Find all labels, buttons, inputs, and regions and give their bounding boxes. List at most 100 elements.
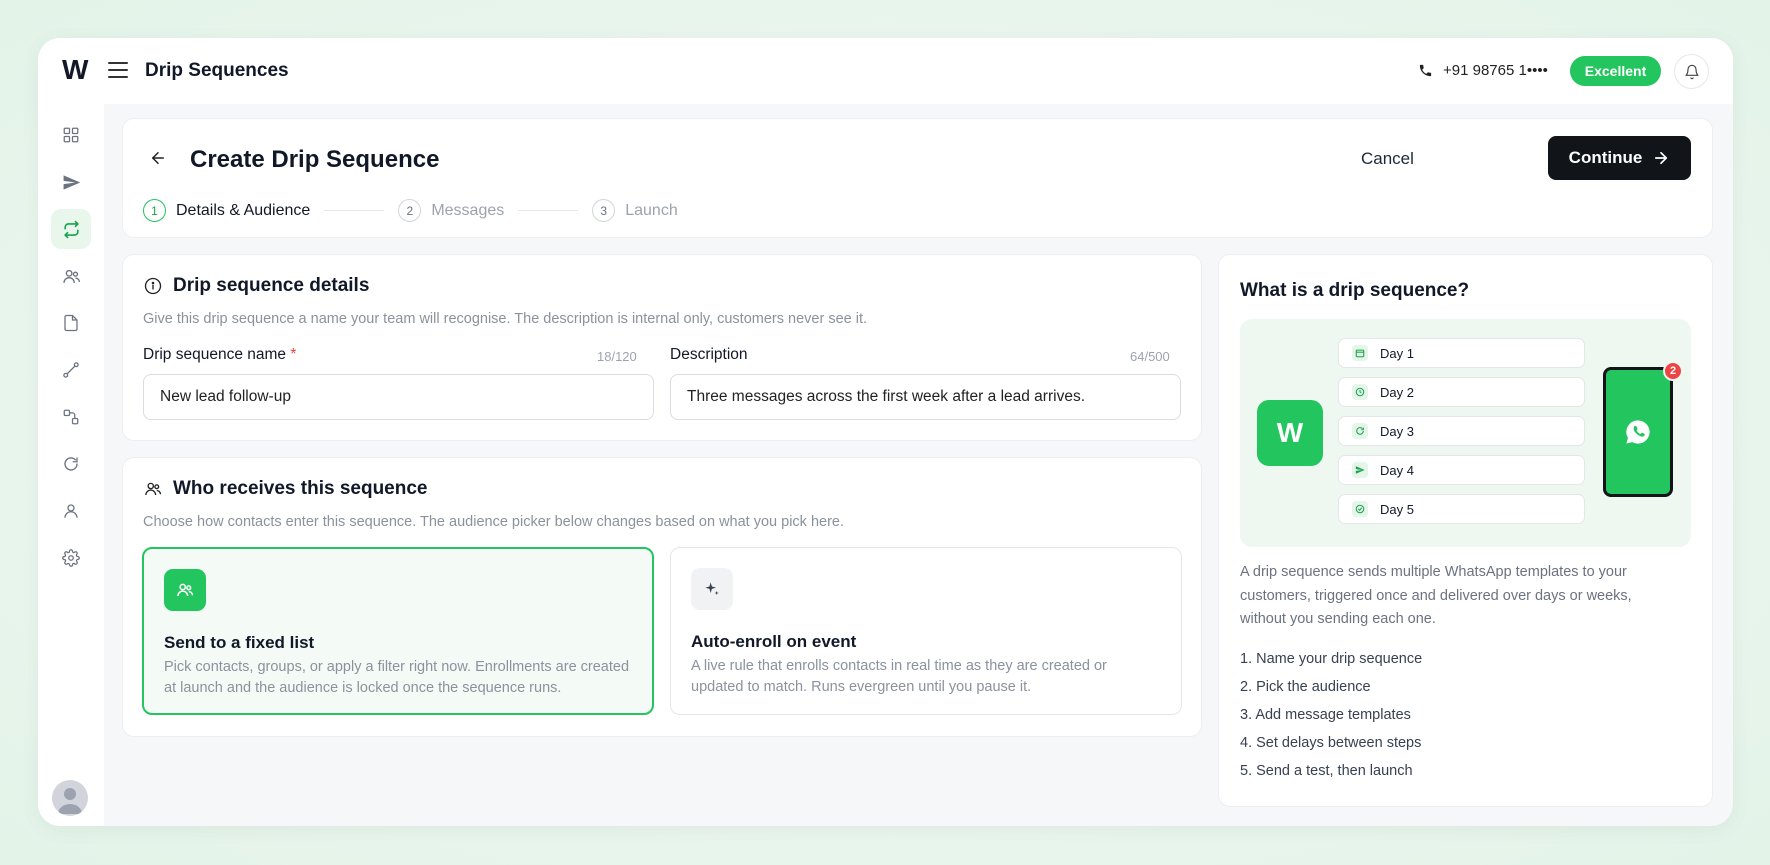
audience-section-title: Who receives this sequence [144, 478, 428, 500]
fixed-list-icon-tile [164, 569, 206, 611]
send-icon [63, 174, 80, 190]
app-logo[interactable]: W [62, 54, 88, 86]
explainer-step: 1. Name your drip sequence [1240, 651, 1423, 667]
sidebar-item-dashboard[interactable] [51, 115, 91, 155]
check-circle-icon [1352, 501, 1368, 517]
sidebar-item-automation[interactable] [51, 444, 91, 484]
sidebar-item-contacts[interactable] [51, 256, 91, 296]
option-auto-enroll[interactable]: Auto-enroll on event A live rule that en… [670, 547, 1182, 715]
arrow-left-icon [152, 152, 164, 164]
continue-label: Continue [1568, 148, 1643, 167]
app-window: W Drip Sequences +91 98765 1•••• Excelle… [38, 38, 1733, 826]
explainer-step: 2. Pick the audience [1240, 679, 1371, 695]
required-marker: * [290, 346, 297, 363]
refresh-icon [1352, 423, 1368, 439]
step-launch[interactable]: 3 Launch [592, 199, 678, 222]
day-row: Day 3 [1338, 416, 1585, 446]
day-row: Day 2 [1338, 377, 1585, 407]
step-messages[interactable]: 2 Messages [398, 199, 504, 222]
bell-icon [1684, 64, 1699, 79]
info-icon [144, 277, 162, 295]
sidebar-item-integrations[interactable] [51, 397, 91, 437]
sidebar-item-flows[interactable] [51, 350, 91, 390]
menu-icon[interactable] [108, 62, 128, 78]
continue-button[interactable]: Continue [1548, 136, 1691, 180]
explainer-title: What is a drip sequence? [1240, 280, 1470, 301]
explainer-step: 4. Set delays between steps [1240, 735, 1422, 751]
clock-icon [1352, 384, 1368, 400]
day-row: Day 5 [1338, 494, 1585, 524]
sidebar-item-broadcast[interactable] [51, 162, 91, 202]
name-label-text: Drip sequence name [143, 346, 287, 363]
users-icon [177, 583, 194, 597]
wizard-stepper: 1 Details & Audience 2 Messages 3 Launch [143, 199, 678, 222]
step-number: 3 [592, 199, 616, 222]
name-char-counter: 18/120 [597, 349, 637, 364]
drip-cycle-icon [63, 220, 79, 238]
notifications-button[interactable] [1674, 54, 1709, 89]
option-description: A live rule that enrolls contacts in rea… [691, 658, 1107, 695]
top-bar: W Drip Sequences +91 98765 1•••• Excelle… [38, 38, 1733, 104]
audience-card: Who receives this sequence Choose how co… [122, 457, 1202, 737]
details-section-title: Drip sequence details [144, 275, 369, 297]
sidebar-item-templates[interactable] [51, 303, 91, 343]
step-number: 2 [398, 199, 422, 222]
cancel-button[interactable]: Cancel [1361, 149, 1414, 169]
flow-icon [63, 362, 79, 378]
send-icon [1352, 462, 1368, 478]
step-details-audience[interactable]: 1 Details & Audience [143, 199, 310, 222]
app-title: Drip Sequences [145, 60, 289, 81]
explainer-description: A drip sequence sends multiple WhatsApp … [1240, 564, 1632, 627]
details-subtitle: Give this drip sequence a name your team… [143, 311, 868, 327]
phone-number-display[interactable]: +91 98765 1•••• [1418, 62, 1548, 79]
back-button[interactable] [149, 149, 167, 172]
audience-title-text: Who receives this sequence [173, 478, 428, 499]
refresh-icon [64, 457, 78, 471]
description-input[interactable]: Three messages across the first week aft… [670, 374, 1181, 420]
avatar-person-icon [58, 788, 82, 814]
page-title: Create Drip Sequence [190, 146, 440, 173]
calendar-icon [1352, 345, 1368, 361]
option-fixed-list[interactable]: Send to a fixed list Pick contacts, grou… [142, 547, 654, 715]
dashboard-icon [63, 127, 79, 143]
sequence-name-input[interactable]: New lead follow-up [143, 374, 654, 420]
sidebar-item-drip-sequences[interactable] [51, 209, 91, 249]
description-field-label: Description [670, 346, 748, 363]
document-icon [64, 314, 78, 332]
day-label: Day 3 [1380, 423, 1414, 439]
option-description: Pick contacts, groups, or apply a filter… [164, 659, 630, 696]
sparkle-icon [705, 582, 719, 595]
page-header-card: Create Drip Sequence Cancel Continue 1 D… [122, 118, 1713, 238]
drip-explainer-card: What is a drip sequence? W Day 1 Day 2 D… [1218, 254, 1713, 807]
option-title: Auto-enroll on event [691, 632, 857, 651]
audience-subtitle: Choose how contacts enter this sequence.… [143, 514, 845, 530]
quality-rating-badge: Excellent [1570, 56, 1661, 86]
sidebar-item-profile[interactable] [51, 491, 91, 531]
step-connector [518, 210, 579, 211]
notification-count-badge: 2 [1663, 361, 1683, 381]
step-label: Launch [625, 201, 678, 219]
details-title-text: Drip sequence details [173, 275, 370, 296]
description-char-counter: 64/500 [1130, 349, 1170, 364]
sidebar [38, 104, 104, 826]
sidebar-item-settings[interactable] [51, 538, 91, 578]
integrations-icon [63, 409, 79, 425]
explainer-step: 5. Send a test, then launch [1240, 763, 1413, 779]
phone-illustration [1603, 367, 1673, 497]
option-title: Send to a fixed list [164, 633, 315, 652]
day-label: Day 4 [1380, 462, 1414, 478]
drip-details-card: Drip sequence details Give this drip seq… [122, 254, 1202, 441]
step-label: Details & Audience [176, 201, 311, 219]
contacts-icon [145, 482, 162, 496]
day-label: Day 1 [1380, 345, 1414, 361]
step-number: 1 [143, 199, 166, 222]
name-field-label: Drip sequence name * [143, 346, 296, 364]
phone-icon [1419, 64, 1432, 77]
whatsapp-icon [1626, 420, 1650, 444]
arrow-right-icon [1655, 151, 1668, 165]
user-avatar[interactable] [52, 780, 88, 816]
brand-tile: W [1257, 400, 1323, 466]
day-row: Day 1 [1338, 338, 1585, 368]
explainer-step: 3. Add message templates [1240, 707, 1411, 723]
explainer-steps-list: 1. Name your drip sequence 2. Pick the a… [1240, 651, 1422, 791]
